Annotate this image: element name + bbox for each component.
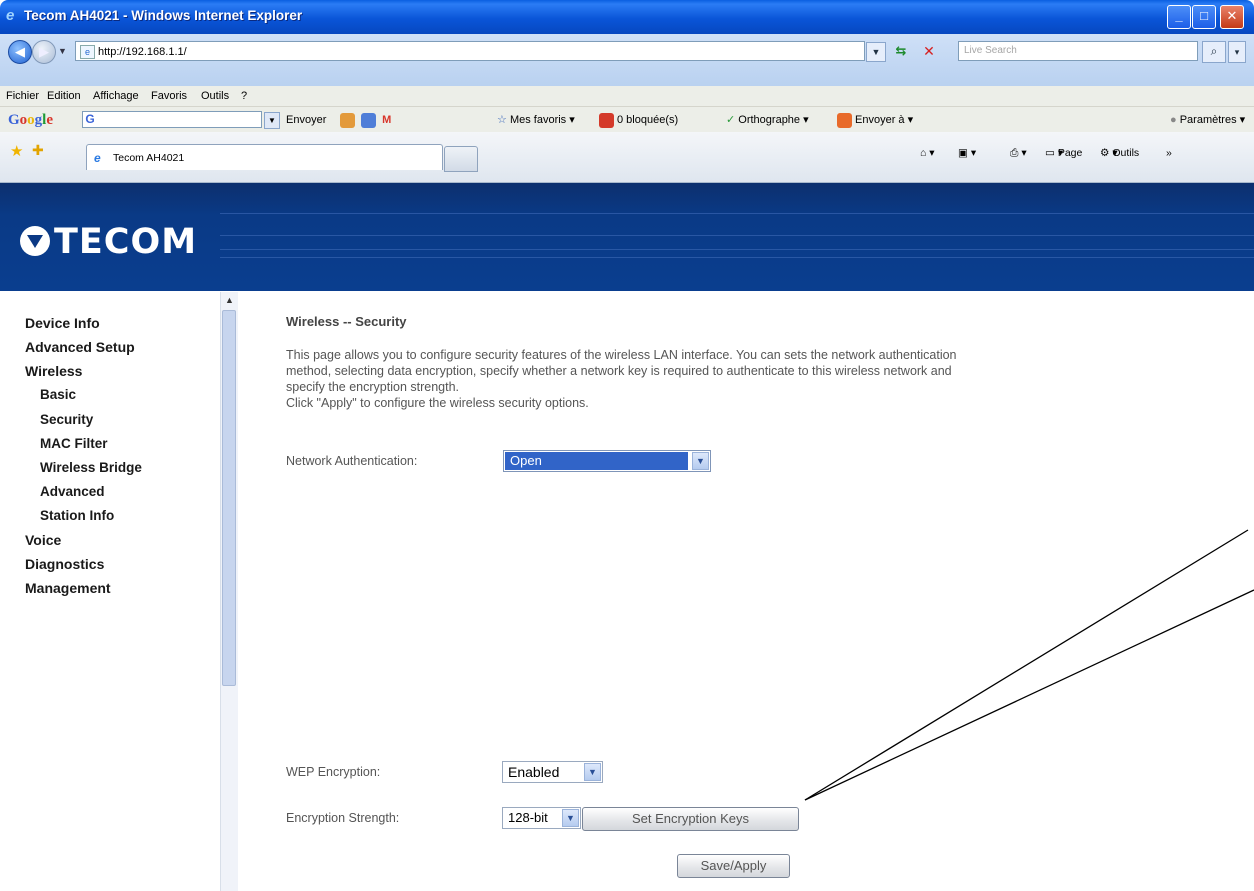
description-line: specify the encryption strength. [286,380,460,394]
menu-edition[interactable]: Edition [47,86,81,106]
tecom-logo: TECOM [54,222,198,262]
menu-favoris[interactable]: Favoris [151,86,187,106]
page-icon: e [80,45,95,59]
print-icon[interactable]: ⎙ ▾ [1010,147,1027,160]
window-title-bar: e Tecom AH4021 - Windows Internet Explor… [0,0,1254,34]
encryption-strength-value: 128-bit [508,810,548,825]
chevron-down-icon: ▼ [562,809,579,827]
spellcheck-icon: ✓ [726,114,736,126]
wep-encryption-value: Enabled [508,764,560,780]
sidebar-item-basic[interactable]: Basic [40,387,76,402]
sidebar-item-diagnostics[interactable]: Diagnostics [25,556,104,572]
encryption-strength-select[interactable]: 128-bit ▼ [502,807,581,829]
description-line: Click "Apply" to configure the wireless … [286,396,589,410]
notes-icon [361,112,377,128]
new-tab-button[interactable] [444,146,478,172]
menu-outils[interactable]: Outils [201,86,229,106]
google-logo: Google [8,112,54,128]
google-envoyer-button[interactable]: Envoyer [286,107,326,133]
maximize-button[interactable]: □ [1192,5,1216,29]
sidebar-item-advanced[interactable]: Advanced [40,484,105,499]
menu-bar: Fichier Edition Affichage Favoris Outils… [0,86,1254,106]
menu-help[interactable]: ? [241,86,247,106]
star-outline-icon: ☆ [497,114,507,126]
network-auth-label: Network Authentication: [286,454,418,468]
home-icon[interactable]: ⌂ ▾ [920,147,935,159]
close-button[interactable]: ✕ [1220,5,1244,29]
history-dropdown-icon[interactable]: ▼ [58,46,67,56]
forward-button[interactable]: ▶ [32,40,56,64]
network-auth-value: Open [505,452,688,470]
set-encryption-keys-button[interactable]: Set Encryption Keys [582,807,799,831]
chevron-down-icon: ▼ [692,452,709,470]
popup-blocked-icon [599,112,614,128]
back-button[interactable]: ◀ [8,40,32,64]
tab-page-icon: e [94,151,101,165]
google-g-icon: G [85,112,95,126]
popup-blocker-button[interactable]: 0 bloquée(s) [599,107,678,133]
tab-tecom[interactable]: e Tecom AH4021 [86,144,443,170]
envoyer-a-button[interactable]: Envoyer à ▾ [837,107,913,133]
save-apply-button[interactable]: Save/Apply [677,854,790,878]
sidebar-item-station-info[interactable]: Station Info [40,508,114,523]
url-text: http://192.168.1.1/ [98,46,187,58]
sidebar-item-management[interactable]: Management [25,580,111,596]
sidebar-scrollbar[interactable]: ▲ [220,292,238,891]
stop-icon[interactable]: ✕ [920,42,938,60]
send-to-icon [837,112,852,128]
blog-icon [340,112,355,128]
url-input[interactable]: e http://192.168.1.1/ [75,41,865,61]
google-search-dropdown-icon[interactable]: ▼ [264,112,280,129]
window-title: Tecom AH4021 - Windows Internet Explorer [24,8,303,23]
sidebar: Device Info Advanced Setup Wireless Basi… [0,292,220,891]
encryption-strength-label: Encryption Strength: [286,811,400,825]
page-title: Wireless -- Security [286,314,407,329]
more-chevron-icon[interactable]: » [1166,147,1172,159]
search-input[interactable]: Live Search [958,41,1198,61]
sidebar-item-mac-filter[interactable]: MAC Filter [40,436,108,451]
settings-icon: ● [1170,114,1177,126]
add-favorite-icon[interactable]: ✚ [32,142,44,159]
feeds-icon[interactable]: ▣ ▾ [958,147,976,159]
toolbar-misc-icons[interactable]: M [340,107,391,133]
page-menu[interactable]: ▭ Page ▾ [1045,147,1082,159]
sidebar-item-security[interactable]: Security [40,412,93,427]
ie-logo-icon: e [6,7,15,24]
page-description: This page allows you to configure securi… [286,347,1156,411]
description-line: This page allows you to configure securi… [286,348,957,362]
description-line: method, selecting data encryption, speci… [286,364,952,378]
sidebar-item-wireless[interactable]: Wireless [25,363,82,379]
parametres-button[interactable]: ● Paramètres ▾ [1170,107,1245,133]
minimize-button[interactable]: _ [1167,5,1191,29]
wep-encryption-select[interactable]: Enabled ▼ [502,761,603,783]
sidebar-item-advanced-setup[interactable]: Advanced Setup [25,339,135,355]
favorites-tab-bar: ★ ✚ e Tecom AH4021 ⌂ ▾ ▣ ▾ ⎙ ▾ ▭ Page ▾ … [0,132,1254,183]
network-auth-select[interactable]: Open ▼ [503,450,711,472]
tab-label: Tecom AH4021 [113,152,185,164]
scroll-up-icon[interactable]: ▲ [221,292,238,309]
main-content: Wireless -- Security This page allows yo… [237,292,1254,891]
google-search-input[interactable]: G [82,111,262,128]
url-dropdown-icon[interactable]: ▼ [866,42,886,62]
sidebar-item-voice[interactable]: Voice [25,532,61,548]
chevron-down-icon: ▼ [584,763,601,781]
gmail-icon: M [382,114,392,126]
search-icon[interactable]: ⌕ [1202,41,1226,63]
google-toolbar: Google G ▼ Envoyer M ☆ Mes favoris ▾ 0 b… [0,106,1254,133]
address-bar: ◀ ▶ ▼ e http://192.168.1.1/ ▼ ⇆ ✕ Live S… [0,34,1254,87]
mes-favoris-button[interactable]: ☆ Mes favoris ▾ [497,107,575,133]
tecom-banner: TECOM [0,183,1254,291]
tecom-logo-icon [20,226,50,256]
outils-menu[interactable]: ⚙ Outils ▾ [1100,147,1139,159]
menu-fichier[interactable]: Fichier [6,86,39,106]
scrollbar-thumb[interactable] [222,310,236,686]
sidebar-item-wireless-bridge[interactable]: Wireless Bridge [40,460,142,475]
refresh-icon[interactable]: ⇆ [890,42,912,60]
sidebar-item-device-info[interactable]: Device Info [25,315,100,331]
favorites-star-icon[interactable]: ★ [10,142,23,160]
search-options-icon[interactable]: ▾ [1228,41,1246,63]
menu-affichage[interactable]: Affichage [93,86,139,106]
orthographe-button[interactable]: ✓ Orthographe ▾ [726,107,809,133]
wep-encryption-label: WEP Encryption: [286,765,381,779]
